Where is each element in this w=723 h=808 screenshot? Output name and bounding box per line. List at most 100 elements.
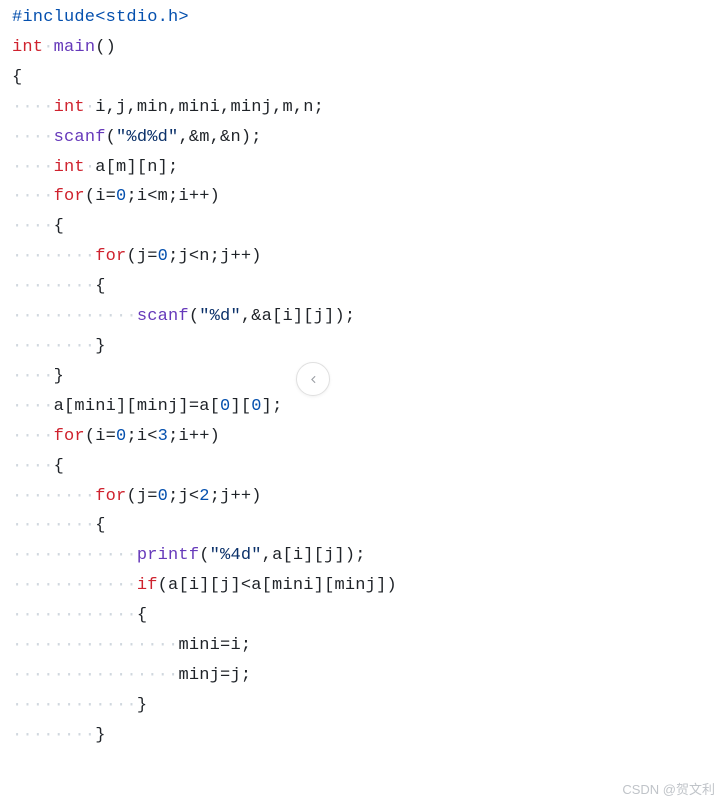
for-cond: (i= xyxy=(85,187,116,206)
args: ,&a[i][j]); xyxy=(241,307,355,326)
code-line: ····{ xyxy=(12,212,723,242)
ws-dot: ···· xyxy=(12,217,54,236)
for-cond: ;i++) xyxy=(168,427,220,446)
kw-for: for xyxy=(95,487,126,506)
kw-int: int xyxy=(54,98,85,117)
code-line: ········{ xyxy=(12,511,723,541)
for-cond: (j= xyxy=(126,487,157,506)
code-line: ············printf("%4d",a[i][j]); xyxy=(12,541,723,571)
brace-close: } xyxy=(95,726,105,745)
ws-dot: ············ xyxy=(12,546,137,565)
str-lit: "%d%d" xyxy=(116,128,178,147)
code-line: ····a[mini][minj]=a[0][0]; xyxy=(12,392,723,422)
code-line: ····scanf("%d%d",&m,&n); xyxy=(12,123,723,153)
num: 0 xyxy=(116,187,126,206)
kw-int: int xyxy=(54,158,85,177)
ws-dot: ···· xyxy=(12,98,54,117)
num: 0 xyxy=(116,427,126,446)
kw-if: if xyxy=(137,576,158,595)
ws-dot: ········ xyxy=(12,247,95,266)
hdr: <stdio.h> xyxy=(95,8,189,27)
code-line: int·main() xyxy=(12,33,723,63)
stmt: ]; xyxy=(262,397,283,416)
code-line: ········for(j=0;j<2;j++) xyxy=(12,482,723,512)
code-line: ············{ xyxy=(12,601,723,631)
ws-dot: ············ xyxy=(12,696,137,715)
ws-dot: ········ xyxy=(12,726,95,745)
arr-decl: a[m][n]; xyxy=(95,158,178,177)
paren-open: ( xyxy=(189,307,199,326)
code-line: ············if(a[i][j]<a[mini][minj]) xyxy=(12,571,723,601)
code-line: ····int·a[m][n]; xyxy=(12,153,723,183)
ws-dot: ············ xyxy=(12,606,137,625)
brace-open: { xyxy=(54,217,64,236)
brace-open: { xyxy=(95,277,105,296)
ws-dot: ········ xyxy=(12,337,95,356)
ws-dot: ···· xyxy=(12,427,54,446)
ws-dot: ···· xyxy=(12,187,54,206)
brace-open: { xyxy=(12,68,22,87)
brace-open: { xyxy=(137,606,147,625)
chevron-left-icon xyxy=(307,373,320,386)
for-cond: ;j<n;j++) xyxy=(168,247,262,266)
code-line: ········} xyxy=(12,332,723,362)
kw-for: for xyxy=(95,247,126,266)
stmt: minj=j; xyxy=(178,666,251,685)
brace-close: } xyxy=(54,367,64,386)
stmt: mini=i; xyxy=(178,636,251,655)
brace-close: } xyxy=(137,696,147,715)
parens: () xyxy=(95,38,116,57)
stmt: a[mini][minj]=a[ xyxy=(54,397,220,416)
paren-open: ( xyxy=(106,128,116,147)
num: 0 xyxy=(251,397,261,416)
ws-dot: ············ xyxy=(12,576,137,595)
code-line: { xyxy=(12,63,723,93)
code-line: ········{ xyxy=(12,272,723,302)
brace-open: { xyxy=(54,457,64,476)
ws-dot: ················ xyxy=(12,666,178,685)
code-line: ················mini=i; xyxy=(12,631,723,661)
num: 0 xyxy=(220,397,230,416)
ws-dot: · xyxy=(43,38,53,57)
code-line: #include<stdio.h> xyxy=(12,3,723,33)
ws-dot: ···· xyxy=(12,397,54,416)
kw-for: for xyxy=(54,427,85,446)
brace-close: } xyxy=(95,337,105,356)
code-line: ············} xyxy=(12,691,723,721)
code-line: ········} xyxy=(12,721,723,751)
num: 2 xyxy=(199,487,209,506)
for-cond: ;i<m;i++) xyxy=(126,187,220,206)
code-line: ····int·i,j,min,mini,minj,m,n; xyxy=(12,93,723,123)
ws-dot: ···· xyxy=(12,128,54,147)
brace-open: { xyxy=(95,516,105,535)
collapse-button[interactable] xyxy=(296,362,330,396)
fn-scanf: scanf xyxy=(54,128,106,147)
code-line: ········for(j=0;j<n;j++) xyxy=(12,242,723,272)
fn-scanf: scanf xyxy=(137,307,189,326)
code-line: ····for(i=0;i<m;i++) xyxy=(12,182,723,212)
num: 3 xyxy=(158,427,168,446)
num: 0 xyxy=(158,247,168,266)
code-line: ····for(i=0;i<3;i++) xyxy=(12,422,723,452)
paren-open: ( xyxy=(199,546,209,565)
for-cond: (j= xyxy=(126,247,157,266)
ws-dot: ···· xyxy=(12,457,54,476)
preproc: #include xyxy=(12,8,95,27)
num: 0 xyxy=(158,487,168,506)
code-line: ····{ xyxy=(12,452,723,482)
for-cond: (i= xyxy=(85,427,116,446)
stmt: ][ xyxy=(230,397,251,416)
for-cond: ;j< xyxy=(168,487,199,506)
ws-dot: ············ xyxy=(12,307,137,326)
ws-dot: ···· xyxy=(12,158,54,177)
code-line: ················minj=j; xyxy=(12,661,723,691)
args: ,&m,&n); xyxy=(178,128,261,147)
ws-dot: ········ xyxy=(12,516,95,535)
code-line: ············scanf("%d",&a[i][j]); xyxy=(12,302,723,332)
for-cond: ;j++) xyxy=(210,487,262,506)
ws-dot: · xyxy=(85,158,95,177)
code-line: ····} xyxy=(12,362,723,392)
ws-dot: ········ xyxy=(12,487,95,506)
ws-dot: ········ xyxy=(12,277,95,296)
vars: i,j,min,mini,minj,m,n; xyxy=(95,98,324,117)
